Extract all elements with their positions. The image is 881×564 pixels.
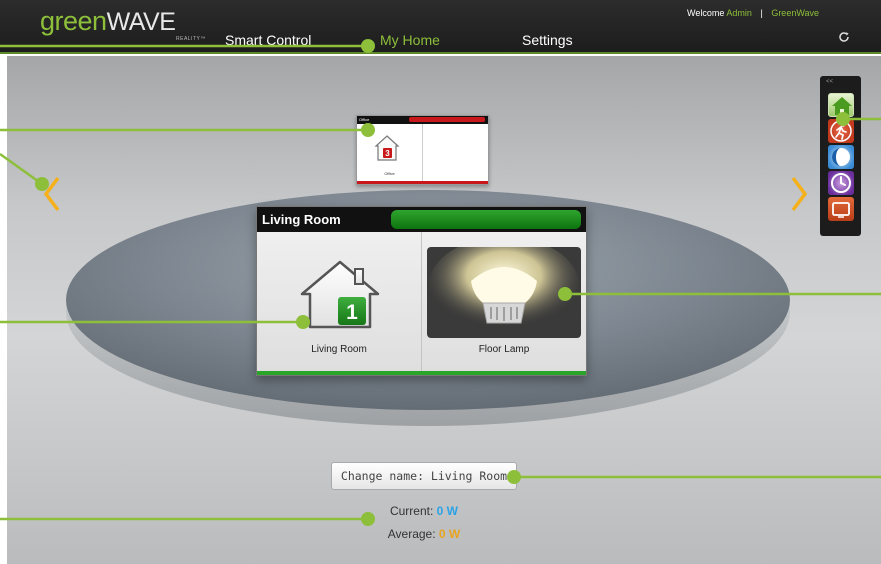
power-readout: Current: 0 W Average: 0 W xyxy=(307,500,541,546)
home-icon[interactable] xyxy=(828,93,854,117)
room-badge: 1 xyxy=(346,301,358,324)
nav-settings[interactable]: Settings xyxy=(522,32,573,48)
refresh-icon[interactable] xyxy=(837,30,851,44)
status-bar xyxy=(409,117,485,122)
collapse-panel-button[interactable]: << xyxy=(826,79,833,85)
change-name-button[interactable]: Change name: Living Room xyxy=(331,462,517,490)
average-label: Average: xyxy=(387,527,436,541)
average-power-value: 0 W xyxy=(438,527,461,541)
room-label: Office xyxy=(384,171,395,176)
house-icon: 3 xyxy=(374,135,400,161)
tv-icon[interactable] xyxy=(828,197,854,221)
device-label: Floor Lamp xyxy=(478,344,530,355)
current-power-value: 0 W xyxy=(436,504,459,518)
house-icon[interactable]: 1 xyxy=(294,259,386,329)
light-bulb-icon xyxy=(429,247,579,333)
welcome-text: Welcome xyxy=(687,8,725,18)
user-link[interactable]: Admin xyxy=(726,8,752,18)
welcome-bar: Welcome Admin | GreenWave xyxy=(687,8,819,18)
top-navigation-bar: greenWAVE REALITY™ Smart Control My Home… xyxy=(0,0,881,54)
nav-smart-control[interactable]: Smart Control xyxy=(225,32,311,48)
room-card-office[interactable]: Office 3 Office xyxy=(356,115,489,185)
logo-text-wave: WAVE xyxy=(106,8,176,36)
greenwave-logo[interactable]: greenWAVE REALITY™ xyxy=(40,6,205,46)
shortcut-panel: << xyxy=(820,76,861,236)
room-card-living-room[interactable]: Living Room 1 Living Room Floor Lamp xyxy=(256,206,587,376)
nav-my-home[interactable]: My Home xyxy=(380,32,440,48)
status-bar xyxy=(391,210,581,229)
room-badge: 3 xyxy=(385,149,390,158)
home-view-stage: Office 3 Office Living Room 1 Living Roo… xyxy=(7,56,881,564)
device-tile-floor-lamp[interactable] xyxy=(427,247,581,338)
room-card-title: Office xyxy=(359,117,370,122)
running-man-icon[interactable] xyxy=(828,119,854,143)
logo-subtitle: REALITY™ xyxy=(176,36,206,42)
room-label: Living Room xyxy=(311,344,367,355)
account-link[interactable]: GreenWave xyxy=(771,8,819,18)
welcome-separator: | xyxy=(760,8,763,18)
logo-text-green: green xyxy=(40,6,107,36)
current-label: Current: xyxy=(389,504,434,518)
chevron-left-icon[interactable] xyxy=(43,176,61,212)
eco-icon[interactable] xyxy=(828,145,854,169)
chevron-right-icon[interactable] xyxy=(790,176,808,212)
room-card-title: Living Room xyxy=(262,212,341,227)
clock-icon[interactable] xyxy=(828,171,854,195)
